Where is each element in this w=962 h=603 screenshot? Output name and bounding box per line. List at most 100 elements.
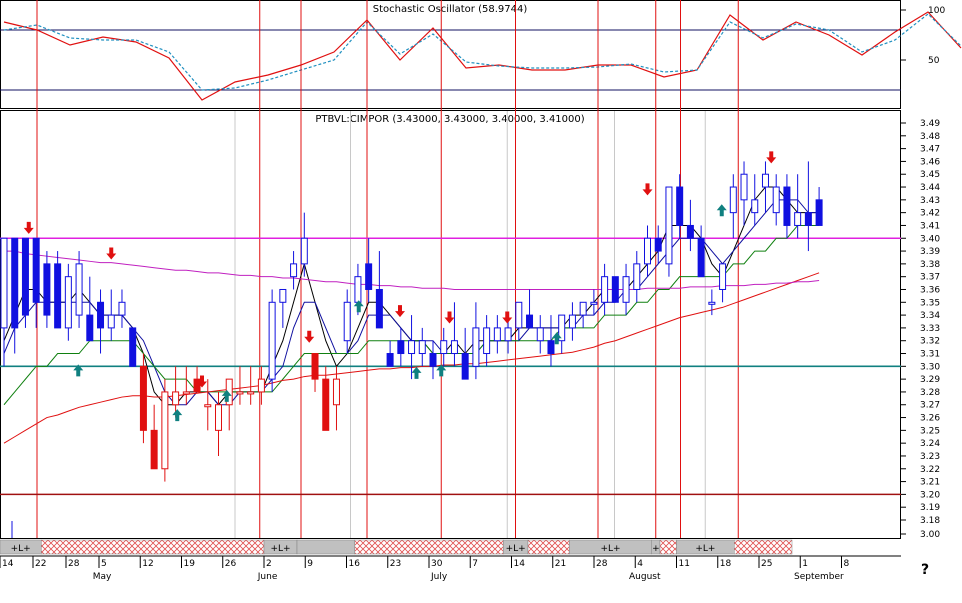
candle-body bbox=[365, 263, 373, 290]
x-day-label: 12 bbox=[142, 559, 153, 569]
candle-body bbox=[429, 353, 437, 367]
price-tick-label: 3.41 bbox=[920, 221, 940, 231]
candle-body bbox=[708, 301, 716, 305]
candle-body bbox=[118, 301, 126, 316]
candle-body bbox=[483, 327, 491, 355]
stochastic-tick-label: 50 bbox=[928, 56, 940, 66]
candle-body bbox=[129, 327, 137, 367]
candle-body bbox=[461, 353, 469, 380]
candle-body bbox=[761, 173, 769, 188]
candle-body bbox=[236, 391, 244, 395]
candle-body bbox=[654, 237, 662, 252]
x-day-label: 23 bbox=[390, 559, 401, 569]
candle-body bbox=[54, 263, 62, 329]
candle-body bbox=[772, 186, 780, 214]
candle bbox=[139, 353, 147, 444]
x-day-label: 18 bbox=[720, 559, 732, 569]
price-tick-label: 3.49 bbox=[920, 119, 940, 129]
question-mark-icon[interactable]: ? bbox=[921, 562, 929, 578]
price-tick-label: 3.36 bbox=[920, 285, 940, 295]
candle-body bbox=[386, 353, 394, 367]
candle-body bbox=[300, 237, 308, 265]
candle-body bbox=[354, 276, 362, 303]
candle-body bbox=[783, 186, 791, 226]
candle-body bbox=[139, 365, 147, 431]
price-tick-label: 3.35 bbox=[920, 298, 940, 308]
x-day-label: 14 bbox=[2, 559, 14, 569]
candle-body bbox=[150, 429, 158, 470]
candle bbox=[21, 237, 29, 328]
price-tick-label: 3.45 bbox=[920, 170, 940, 180]
candle-body bbox=[204, 404, 212, 408]
stock-chart: Stochastic Oscillator (58.9744) 100 50 PT… bbox=[0, 0, 962, 582]
price-tick-label: 3.32 bbox=[920, 337, 940, 347]
x-day-label: 25 bbox=[761, 559, 772, 569]
candle-body bbox=[472, 327, 480, 367]
price-tick-label: 3.43 bbox=[920, 196, 940, 206]
x-day-label: 30 bbox=[431, 559, 443, 569]
candle-body bbox=[686, 224, 694, 239]
candle-body bbox=[32, 237, 40, 303]
candle-body bbox=[375, 288, 383, 329]
stochastic-frame bbox=[0, 0, 901, 109]
price-tick-label: 3.30 bbox=[920, 362, 940, 372]
candle-body bbox=[64, 276, 72, 329]
candle-body bbox=[332, 378, 340, 406]
candle-body bbox=[815, 199, 823, 226]
x-day-label: 11 bbox=[679, 559, 690, 569]
price-tick-label: 3.18 bbox=[920, 516, 940, 526]
candle-body bbox=[601, 276, 609, 303]
price-tick-label: 3.25 bbox=[920, 426, 940, 436]
candle-body bbox=[676, 186, 684, 226]
price-tick-label: 3.37 bbox=[920, 273, 940, 283]
x-day-label: 21 bbox=[555, 559, 566, 569]
price-tick-label: 3.48 bbox=[920, 132, 940, 142]
candle-body bbox=[279, 288, 287, 303]
band-hatch-segment bbox=[734, 539, 793, 555]
candle-body bbox=[43, 263, 51, 316]
candle-body bbox=[751, 199, 759, 214]
candle-body bbox=[75, 263, 83, 316]
candle-body bbox=[644, 237, 651, 265]
candle-body bbox=[215, 404, 222, 431]
x-day-label: 16 bbox=[349, 559, 361, 569]
candle-body bbox=[268, 301, 276, 380]
band-label: +L+ bbox=[11, 544, 31, 554]
candle-body bbox=[804, 212, 812, 226]
band-grey-segment bbox=[296, 539, 355, 555]
x-month-label: July bbox=[430, 572, 448, 582]
candle bbox=[268, 289, 276, 392]
candle-body bbox=[107, 314, 115, 329]
band-hatch-segment bbox=[41, 539, 265, 555]
candle-body bbox=[536, 327, 544, 342]
price-tick-label: 3.31 bbox=[920, 350, 940, 360]
price-tick-label: 3.20 bbox=[920, 490, 940, 500]
x-day-label: 1 bbox=[802, 559, 808, 569]
price-tick-label: 3.33 bbox=[920, 324, 940, 334]
price-tick-label: 3.28 bbox=[920, 388, 940, 398]
price-tick-label: 3.26 bbox=[920, 414, 940, 424]
price-tick-label: 3.46 bbox=[920, 157, 940, 167]
price-tick-label: 3.44 bbox=[920, 183, 940, 193]
x-day-label: 9 bbox=[307, 559, 313, 569]
x-day-label: 4 bbox=[637, 559, 643, 569]
x-day-label: 28 bbox=[68, 559, 80, 569]
candle-body bbox=[493, 327, 501, 342]
price-tick-label: 3.29 bbox=[920, 375, 940, 385]
stochastic-panel: Stochastic Oscillator (58.9744) 100 50 bbox=[0, 0, 962, 109]
x-day-label: 19 bbox=[184, 559, 196, 569]
band-hatch-segment bbox=[527, 539, 570, 555]
signal-band: +L+ +L+ +L+ +L+ + +L+ bbox=[0, 539, 793, 555]
x-axis: 14 22 28 5 12 19 26 2 9 16 23 30 7 14 21 28 4 11 18 25 1 8May… bbox=[0, 555, 901, 582]
x-day-label: 26 bbox=[225, 559, 237, 569]
candle-body bbox=[257, 378, 265, 393]
price-tick-label: 3.19 bbox=[920, 503, 940, 513]
candle-body bbox=[622, 276, 630, 303]
price-tick-label: 3.00 bbox=[920, 530, 940, 540]
candle-body bbox=[11, 237, 19, 329]
x-day-label: 22 bbox=[35, 559, 46, 569]
chart-root: Stochastic Oscillator (58.9744) 100 50 PT… bbox=[0, 0, 962, 599]
candle-body bbox=[21, 237, 29, 316]
band-label: +L+ bbox=[506, 544, 526, 554]
candle-body bbox=[440, 340, 448, 355]
